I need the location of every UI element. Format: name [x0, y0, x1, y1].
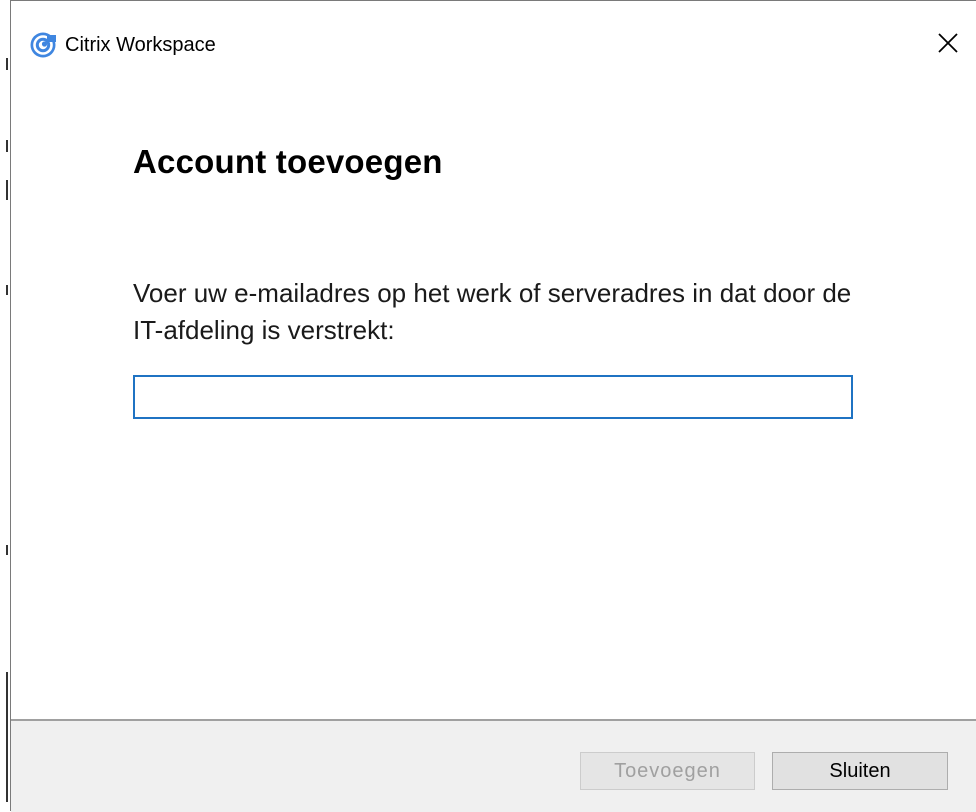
close-window-button[interactable]	[928, 23, 968, 63]
instruction-text: Voer uw e-mailadres op het werk of serve…	[133, 278, 852, 345]
window-title: Citrix Workspace	[65, 34, 216, 56]
citrix-logo-icon	[30, 32, 56, 58]
add-account-button[interactable]: Toevoegen	[580, 752, 755, 790]
background-window-edge	[0, 0, 10, 811]
dialog-heading: Account toevoegen	[133, 143, 443, 180]
dialog-footer: Toevoegen Sluiten	[11, 719, 976, 812]
close-button[interactable]: Sluiten	[772, 752, 948, 790]
title-bar: Citrix Workspace	[11, 1, 976, 87]
email-or-server-address-input[interactable]	[133, 375, 853, 419]
citrix-add-account-dialog: Citrix Workspace Account toevoegen Voer …	[10, 0, 976, 812]
close-icon	[938, 33, 958, 53]
